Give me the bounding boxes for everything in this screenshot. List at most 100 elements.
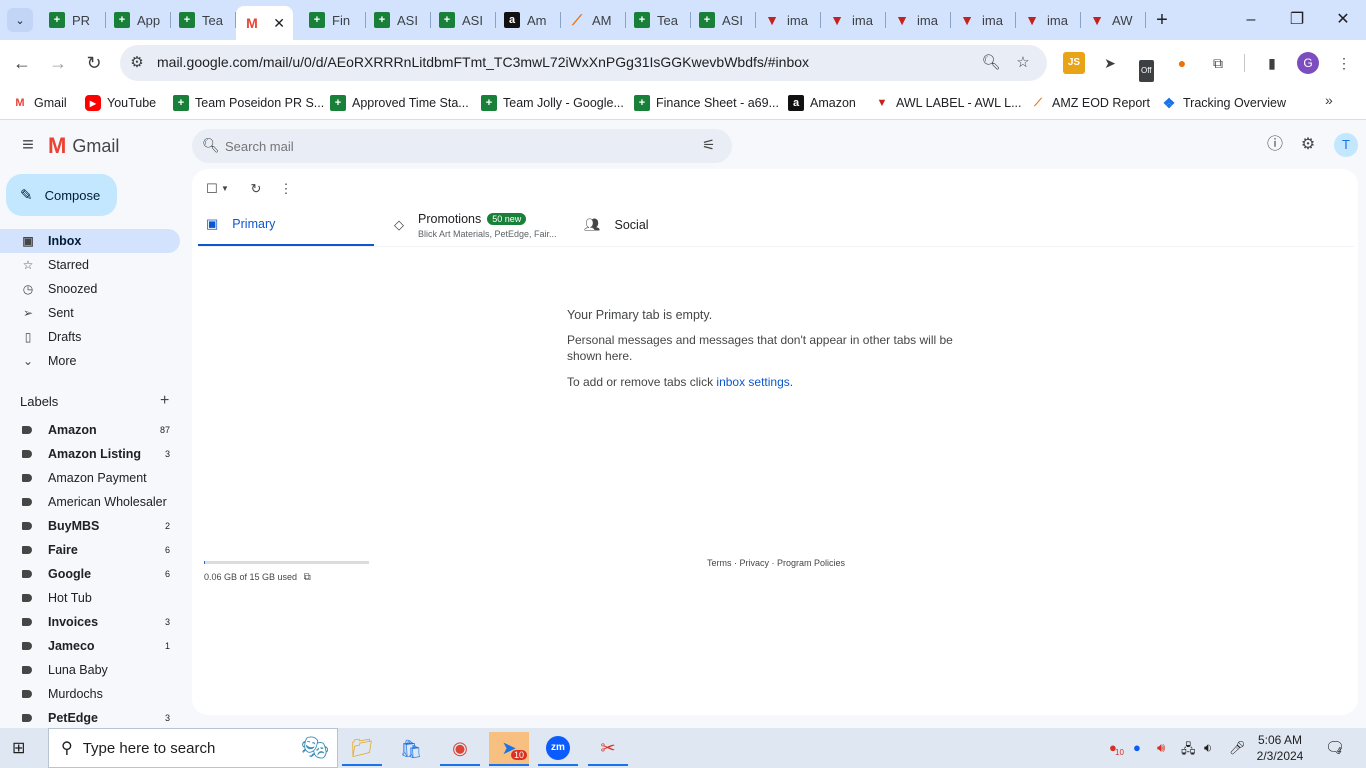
sidebar-item-drafts[interactable]: ▯ Drafts: [0, 325, 180, 349]
bookmark-item[interactable]: + Approved Time Sta...: [330, 92, 469, 114]
compose-button[interactable]: ✎ Compose: [6, 174, 117, 216]
js-extension-icon[interactable]: JS: [1063, 52, 1085, 74]
bookmark-item[interactable]: a Amazon: [788, 92, 856, 114]
external-link-icon[interactable]: ⧉: [304, 572, 311, 583]
file-explorer-icon[interactable]: 📁︎: [342, 732, 382, 766]
bookmark-item[interactable]: ⟋ AMZ EOD Report: [1030, 92, 1150, 114]
forward-button[interactable]: →: [46, 51, 70, 75]
browser-tab[interactable]: + Tea: [171, 6, 236, 34]
terms-link[interactable]: Terms: [707, 558, 732, 568]
zoom-app-icon[interactable]: zm: [538, 732, 578, 766]
close-tab-icon[interactable]: ✕: [273, 15, 285, 32]
profile-avatar[interactable]: G: [1297, 52, 1319, 74]
label-item[interactable]: Google 6: [0, 562, 180, 586]
label-item[interactable]: Amazon Payment: [0, 466, 180, 490]
main-menu-icon[interactable]: ≡: [16, 133, 40, 157]
reload-button[interactable]: ↻: [82, 51, 106, 75]
snipping-tool-icon[interactable]: ✂: [588, 732, 628, 766]
close-window-button[interactable]: ✕: [1328, 8, 1358, 32]
browser-tab[interactable]: + App: [106, 6, 171, 34]
label-item[interactable]: American Wholesaler: [0, 490, 180, 514]
toggle-extension-icon[interactable]: Off: [1137, 52, 1159, 82]
select-dropdown-icon[interactable]: ▼: [218, 179, 232, 199]
tab-search-button[interactable]: ⌄: [7, 8, 33, 32]
sidebar-item-more[interactable]: ⌄ More: [0, 349, 180, 373]
browser-tab[interactable]: ▼ ima: [886, 6, 951, 34]
zoom-icon[interactable]: 🔍︎: [981, 53, 1001, 73]
tab-primary[interactable]: ▣ Primary: [198, 203, 374, 247]
more-actions-icon[interactable]: ⋮: [276, 179, 296, 199]
sidebar-item-inbox[interactable]: ▣ Inbox: [0, 229, 180, 253]
gmail-logo[interactable]: M Gmail: [48, 133, 119, 159]
telegram-icon[interactable]: ➤ 10: [489, 732, 529, 766]
chrome-icon[interactable]: ◉: [440, 732, 480, 766]
url-text[interactable]: mail.google.com/mail/u/0/d/AEoRXRRRnLitd…: [157, 54, 809, 70]
bookmark-star-icon[interactable]: ☆: [1013, 53, 1033, 73]
label-item[interactable]: Hot Tub: [0, 586, 180, 610]
taskbar-search[interactable]: ⚲ Type here to search 🎭︎: [48, 728, 338, 768]
browser-tab[interactable]: ▼ ima: [756, 6, 821, 34]
sidebar-item-snoozed[interactable]: ◷ Snoozed: [0, 277, 180, 301]
label-item[interactable]: Jameco 1: [0, 634, 180, 658]
system-clock[interactable]: 5:06 AM 2/3/2024: [1248, 732, 1312, 764]
tab-social[interactable]: 👥︎ Social: [584, 203, 760, 247]
label-item[interactable]: Murdochs: [0, 682, 180, 706]
back-button[interactable]: ←: [10, 51, 34, 75]
program-policies-link[interactable]: Program Policies: [777, 558, 845, 568]
label-item[interactable]: Amazon 87: [0, 418, 180, 442]
address-bar[interactable]: ⚙ mail.google.com/mail/u/0/d/AEoRXRRRnLi…: [120, 45, 1047, 81]
new-tab-button[interactable]: +: [1151, 9, 1173, 31]
label-item[interactable]: Invoices 3: [0, 610, 180, 634]
minimize-button[interactable]: –: [1236, 8, 1266, 32]
bookmark-item[interactable]: ❖ Tracking Overview: [1161, 92, 1286, 114]
bookmark-item[interactable]: M Gmail: [12, 92, 66, 114]
microphone-icon[interactable]: 🎤︎: [1229, 740, 1246, 756]
storage-text[interactable]: 0.06 GB of 15 GB used ⧉: [204, 572, 311, 583]
browser-tab[interactable]: ▼ ima: [821, 6, 886, 34]
tray-volume-alert-icon[interactable]: 🔊︎: [1157, 740, 1165, 756]
label-item[interactable]: Faire 6: [0, 538, 180, 562]
account-avatar[interactable]: T: [1334, 133, 1358, 157]
browser-tab[interactable]: ▼ AW: [1081, 6, 1146, 34]
browser-tab[interactable]: + ASI: [431, 6, 496, 34]
create-label-icon[interactable]: +: [160, 392, 169, 410]
search-options-icon[interactable]: ⚟: [702, 136, 715, 154]
side-panel-icon[interactable]: ▮: [1261, 52, 1283, 74]
help-icon[interactable]: ⓘ: [1263, 133, 1287, 157]
refresh-icon[interactable]: ↻: [246, 179, 266, 199]
browser-tab[interactable]: M ✕: [236, 6, 293, 40]
windows-start-icon[interactable]: ⊞: [12, 738, 34, 758]
browser-tab[interactable]: + ASI: [366, 6, 431, 34]
browser-tab[interactable]: ▼ ima: [1016, 6, 1081, 34]
tray-app-icon[interactable]: ● 10: [1109, 740, 1124, 757]
privacy-link[interactable]: Privacy: [740, 558, 770, 568]
label-item[interactable]: Luna Baby: [0, 658, 180, 682]
label-item[interactable]: PetEdge 3: [0, 706, 180, 730]
settings-gear-icon[interactable]: ⚙: [1296, 133, 1320, 157]
microsoft-store-icon[interactable]: 🛍︎: [391, 732, 431, 766]
bookmark-item[interactable]: + Team Jolly - Google...: [481, 92, 624, 114]
firefox-extension-icon[interactable]: ●: [1171, 52, 1193, 74]
bookmark-item[interactable]: + Team Poseidon PR S...: [173, 92, 324, 114]
browser-tab[interactable]: ▼ ima: [951, 6, 1016, 34]
sidebar-item-starred[interactable]: ☆ Starred: [0, 253, 180, 277]
browser-tab[interactable]: + PR: [41, 6, 106, 34]
label-item[interactable]: Amazon Listing 3: [0, 442, 180, 466]
tab-promotions[interactable]: ◇ Promotions 50 new Blick Art Materials,…: [394, 203, 570, 247]
browser-tab[interactable]: a Am: [496, 6, 561, 34]
bookmark-item[interactable]: ▶ YouTube: [85, 92, 156, 114]
notifications-icon[interactable]: 🗨︎ 4: [1325, 738, 1345, 758]
inbox-settings-link[interactable]: inbox settings: [716, 375, 789, 389]
browser-tab[interactable]: + Tea: [626, 6, 691, 34]
sidebar-item-sent[interactable]: ➢ Sent: [0, 301, 180, 325]
bookmark-item[interactable]: ▼ AWL LABEL - AWL L...: [874, 92, 1022, 114]
restore-button[interactable]: ❐: [1282, 8, 1312, 32]
network-icon[interactable]: 🖧︎: [1181, 740, 1196, 762]
tray-zoom-icon[interactable]: ●: [1133, 740, 1141, 755]
browser-tab[interactable]: + ASI: [691, 6, 756, 34]
label-item[interactable]: BuyMBS 2: [0, 514, 180, 538]
speaker-icon[interactable]: 🔉︎: [1204, 740, 1212, 756]
browser-tab[interactable]: ⟋ AM: [561, 6, 626, 34]
search-input[interactable]: [225, 136, 665, 156]
search-icon[interactable]: 🔍︎: [202, 137, 220, 154]
